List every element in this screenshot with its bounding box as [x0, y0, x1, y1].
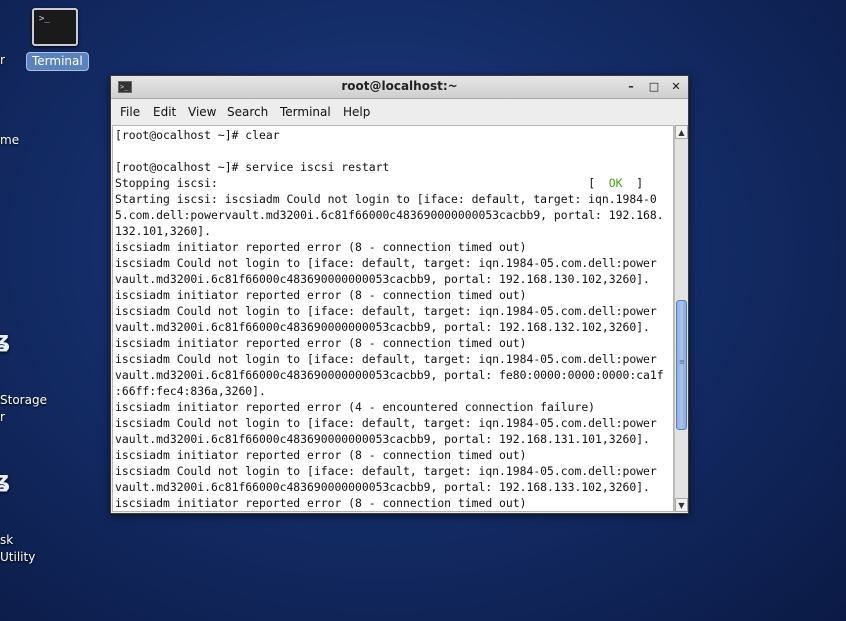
- terminal-line-text: iscsiadm initiator reported error (8 - c…: [115, 496, 527, 510]
- desktop-label-partial-3[interactable]: r: [0, 409, 5, 426]
- terminal-output[interactable]: [root@ocalhost ~]# clear [root@ocalhost ~…: [112, 125, 674, 512]
- menu-search[interactable]: Search: [227, 105, 268, 119]
- terminal-line: [root@ocalhost ~]# clear: [115, 127, 673, 143]
- storage-app-icon[interactable]: ʓ: [0, 328, 10, 353]
- terminal-line-text: iscsiadm initiator reported error (4 - e…: [115, 400, 596, 414]
- minimize-button[interactable]: –: [623, 79, 639, 95]
- terminal-line-text: iscsiadm initiator reported error (8 - c…: [115, 240, 527, 254]
- terminal-line-text: 132.101,3260].: [115, 224, 212, 238]
- menu-file[interactable]: File: [120, 105, 140, 119]
- terminal-line: vault.md3200i.6c81f66000c483690000000053…: [115, 367, 673, 383]
- menu-terminal[interactable]: Terminal: [280, 105, 331, 119]
- terminal-line: iscsiadm Could not login to [iface: defa…: [115, 255, 673, 271]
- terminal-line-text: vault.md3200i.6c81f66000c483690000000053…: [115, 368, 664, 382]
- terminal-line-text: iscsiadm Could not login to [iface: defa…: [115, 304, 657, 318]
- terminal-line: vault.md3200i.6c81f66000c483690000000053…: [115, 319, 673, 335]
- close-button[interactable]: ✕: [668, 79, 684, 95]
- terminal-line: iscsiadm Could not login to [iface: defa…: [115, 463, 673, 479]
- desktop-label-disk[interactable]: sk: [0, 532, 13, 549]
- desktop-label-partial-1[interactable]: r: [0, 52, 5, 69]
- terminal-line: iscsiadm Could not login to [iface: defa…: [115, 351, 673, 367]
- terminal-desktop-label[interactable]: Terminal: [26, 52, 89, 71]
- terminal-line: Stopping iscsi: [ OK ]: [115, 175, 673, 191]
- terminal-line: vault.md3200i.6c81f66000c483690000000053…: [115, 271, 673, 287]
- terminal-line-text: iscsiadm initiator reported error (8 - c…: [115, 288, 527, 302]
- terminal-line: [root@ocalhost ~]# service iscsi restart: [115, 159, 673, 175]
- terminal-line: vault.md3200i.6c81f66000c483690000000053…: [115, 479, 673, 495]
- window-title: root@localhost:~: [341, 79, 458, 93]
- scroll-down-arrow-icon[interactable]: ▼: [675, 498, 688, 512]
- terminal-window: >_ root@localhost:~ – □ ✕ File Edit View…: [110, 75, 689, 514]
- menu-bar: File Edit View Search Terminal Help: [111, 99, 688, 125]
- terminal-line-text: vault.md3200i.6c81f66000c483690000000053…: [115, 480, 650, 494]
- grip-icon: ≡: [679, 358, 685, 366]
- terminal-line-text: 5.com.dell:powervault.md3200i.6c81f66000…: [115, 208, 664, 222]
- terminal-line: 132.101,3260].: [115, 223, 673, 239]
- terminal-line: iscsiadm initiator reported error (8 - c…: [115, 447, 673, 463]
- vertical-scrollbar[interactable]: ▲ ≡ ▼: [674, 125, 688, 512]
- desktop-label-utility[interactable]: Utility: [0, 549, 35, 566]
- window-titlebar[interactable]: >_ root@localhost:~ – □ ✕: [111, 76, 688, 99]
- desktop-label-partial-2[interactable]: me: [0, 132, 19, 149]
- scroll-up-arrow-icon[interactable]: ▲: [675, 125, 688, 139]
- menu-view[interactable]: View: [188, 105, 216, 119]
- terminal-line-text: Starting iscsi: iscsiadm Could not login…: [115, 192, 657, 206]
- ok-status: [ OK ]: [588, 176, 644, 190]
- disk-utility-app-icon[interactable]: ʓ: [0, 468, 10, 493]
- terminal-line: Starting iscsi: iscsiadm Could not login…: [115, 191, 673, 207]
- terminal-line: iscsiadm Could not login to [iface: defa…: [115, 303, 673, 319]
- terminal-line-text: iscsiadm initiator reported error (8 - c…: [115, 336, 527, 350]
- terminal-line-text: :66ff:fec4:836a,3260].: [115, 384, 266, 398]
- terminal-line: iscsiadm initiator reported error (8 - c…: [115, 287, 673, 303]
- desktop-label-storage[interactable]: Storage: [0, 392, 47, 409]
- terminal-line-text: iscsiadm Could not login to [iface: defa…: [115, 256, 657, 270]
- menu-help[interactable]: Help: [343, 105, 370, 119]
- terminal-text: [root@ocalhost ~]# clear [root@ocalhost ~…: [115, 127, 673, 511]
- terminal-line-text: iscsiadm Could not login to [iface: defa…: [115, 352, 657, 366]
- maximize-button[interactable]: □: [646, 79, 662, 95]
- terminal-line-text: iscsiadm initiator reported error (8 - c…: [115, 448, 527, 462]
- terminal-line-text: iscsiadm Could not login to [iface: defa…: [115, 416, 657, 430]
- terminal-line: iscsiadm initiator reported error (8 - c…: [115, 495, 673, 511]
- terminal-line: vault.md3200i.6c81f66000c483690000000053…: [115, 431, 673, 447]
- terminal-line-text: Stopping iscsi:: [115, 176, 218, 190]
- terminal-line-text: vault.md3200i.6c81f66000c483690000000053…: [115, 272, 650, 286]
- terminal-line-text: [root@ocalhost ~]# service iscsi restart: [115, 160, 390, 174]
- terminal-line-text: [root@ocalhost ~]# clear: [115, 128, 280, 142]
- terminal-prompt-icon: >_: [39, 14, 50, 24]
- menu-edit[interactable]: Edit: [153, 105, 176, 119]
- terminal-line: iscsiadm Could not login to [iface: defa…: [115, 415, 673, 431]
- terminal-line: iscsiadm initiator reported error (8 - c…: [115, 335, 673, 351]
- terminal-line-text: vault.md3200i.6c81f66000c483690000000053…: [115, 432, 650, 446]
- terminal-line: 5.com.dell:powervault.md3200i.6c81f66000…: [115, 207, 673, 223]
- terminal-desktop-icon[interactable]: >_: [32, 8, 78, 46]
- terminal-line: :66ff:fec4:836a,3260].: [115, 383, 673, 399]
- terminal-line: iscsiadm initiator reported error (4 - e…: [115, 399, 673, 415]
- terminal-line-text: vault.md3200i.6c81f66000c483690000000053…: [115, 320, 650, 334]
- terminal-line-text: iscsiadm Could not login to [iface: defa…: [115, 464, 657, 478]
- scrollbar-thumb[interactable]: ≡: [676, 300, 687, 430]
- terminal-line: iscsiadm initiator reported error (8 - c…: [115, 239, 673, 255]
